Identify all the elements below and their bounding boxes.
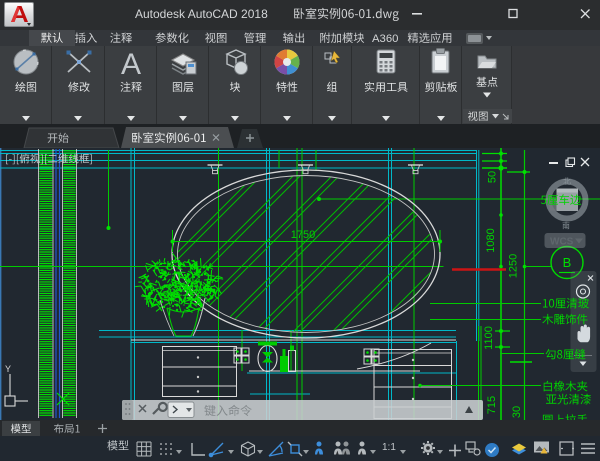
svg-text:715: 715 [486, 396, 498, 414]
svg-text:30: 30 [511, 406, 523, 418]
svg-text:Y: Y [5, 364, 11, 374]
svg-text:1100: 1100 [483, 326, 495, 350]
svg-text:1080: 1080 [485, 228, 497, 252]
svg-text:1:1: 1:1 [382, 442, 396, 453]
svg-text:WCS: WCS [550, 237, 574, 248]
svg-text:B: B [563, 255, 572, 270]
svg-text:50: 50 [486, 171, 498, 183]
svg-text:1250: 1250 [507, 254, 519, 278]
svg-text:1750: 1750 [291, 229, 315, 241]
